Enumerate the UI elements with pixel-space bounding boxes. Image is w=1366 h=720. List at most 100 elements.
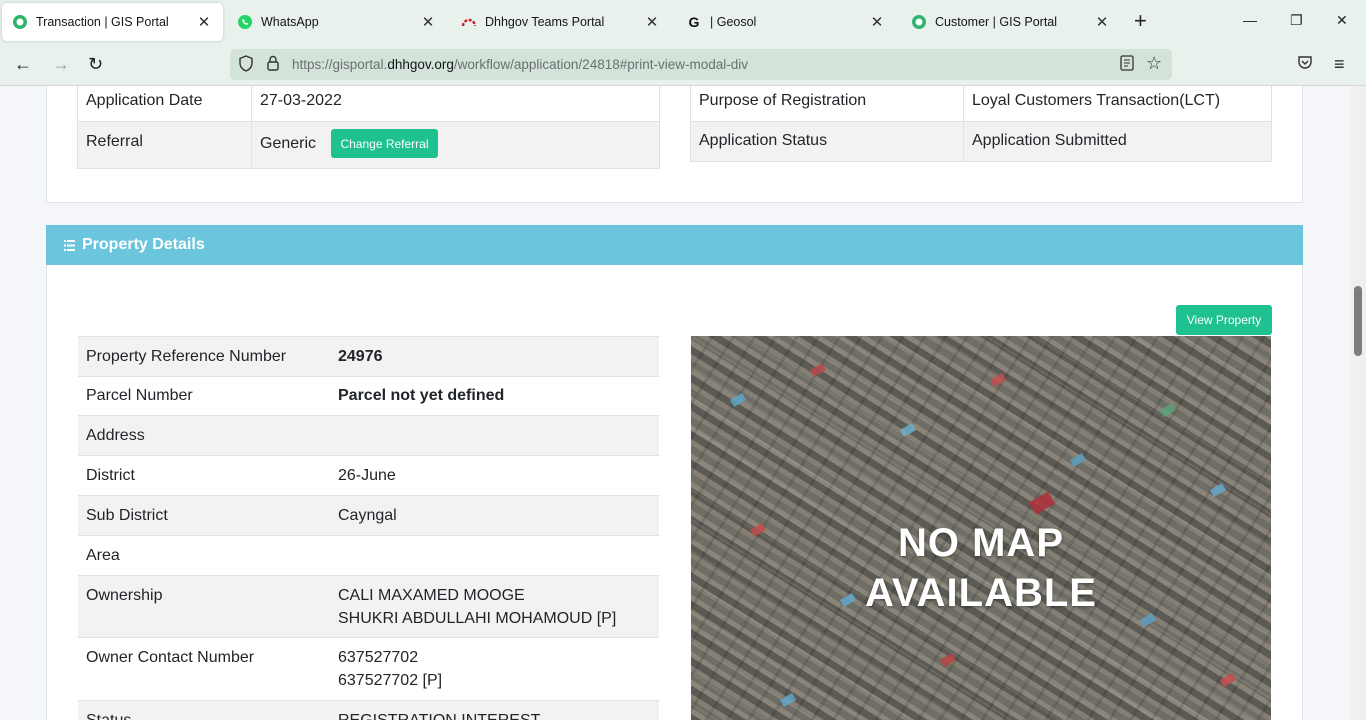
roof-mark [1219, 673, 1237, 687]
row-label: Status [78, 700, 330, 720]
url-path: /workflow/application/24818#print-view-m… [453, 57, 749, 72]
change-referral-button[interactable]: Change Referral [331, 129, 438, 158]
window-close-icon[interactable]: ✕ [1336, 12, 1348, 29]
browser-nav-bar: ← → ↻ https://gisportal.dhhgov.org/workf… [0, 44, 1366, 86]
row-value [330, 535, 659, 576]
tab-label: Transaction | GIS Portal [36, 15, 169, 29]
row-label: Sub District [78, 495, 330, 536]
table-row: Ownership CALI MAXAMED MOOGE SHUKRI ABDU… [78, 575, 659, 638]
address-bar[interactable]: https://gisportal.dhhgov.org/workflow/ap… [230, 49, 1172, 80]
roof-mark [1159, 403, 1177, 417]
pocket-icon[interactable] [1297, 54, 1313, 76]
restore-icon[interactable]: ❐ [1290, 12, 1303, 29]
whatsapp-icon [237, 14, 253, 30]
url-domain: dhhgov.org [387, 57, 454, 72]
table-row: Property Reference Number 24976 [78, 336, 659, 377]
close-icon[interactable]: ✕ [643, 13, 661, 31]
row-value: Parcel not yet defined [330, 376, 659, 416]
tab-customer[interactable]: Customer | GIS Portal ✕ [901, 3, 1121, 41]
row-label: Referral [77, 121, 252, 169]
list-icon [64, 238, 75, 251]
property-details-table: Property Reference Number 24976 Parcel N… [78, 336, 659, 720]
view-property-button[interactable]: View Property [1176, 305, 1272, 335]
minimize-icon[interactable]: — [1243, 12, 1257, 28]
row-label: Parcel Number [78, 376, 330, 416]
close-icon[interactable]: ✕ [1093, 13, 1111, 31]
page-content: Application Date 27-03-2022 Referral Gen… [0, 86, 1366, 720]
tab-geosol[interactable]: G | Geosol ✕ [676, 3, 896, 41]
table-row: Owner Contact Number 637527702 637527702… [78, 637, 659, 701]
row-label: Ownership [78, 575, 330, 638]
geosol-icon: G [688, 14, 700, 30]
back-icon[interactable]: ← [14, 54, 32, 74]
table-row: Sub District Cayngal [78, 495, 659, 536]
roof-mark [729, 393, 747, 407]
table-row: Purpose of Registration Loyal Customers … [690, 86, 1272, 122]
tab-label: WhatsApp [261, 15, 319, 29]
row-label: Address [78, 415, 330, 456]
application-right-table: Purpose of Registration Loyal Customers … [690, 86, 1272, 162]
roof-mark [1069, 453, 1087, 467]
row-value: CALI MAXAMED MOOGE SHUKRI ABDULLAHI MOHA… [330, 575, 659, 638]
roof-mark [1028, 491, 1056, 515]
lock-icon[interactable] [266, 55, 280, 75]
new-tab-icon[interactable]: + [1134, 10, 1147, 32]
gis-portal-icon [12, 14, 28, 30]
owner-name: CALI MAXAMED MOOGE [338, 587, 525, 604]
table-row: Area [78, 535, 659, 576]
reader-view-icon[interactable] [1120, 55, 1134, 75]
property-map-image: NO MAP AVAILABLE [691, 336, 1271, 720]
row-label: Application Date [77, 86, 252, 122]
row-value: Loyal Customers Transaction(LCT) [963, 86, 1272, 122]
tab-teams-portal[interactable]: Dhhgov Teams Portal ✕ [451, 3, 671, 41]
roof-mark [1209, 483, 1227, 497]
row-value: REGISTRATION INTEREST [330, 700, 659, 720]
contact-number: 637527702 [338, 649, 419, 666]
page-scrollbar[interactable] [1350, 86, 1366, 720]
owner-name: SHUKRI ABDULLAHI MOHAMOUD [P] [338, 610, 617, 627]
browser-tab-bar: Transaction | GIS Portal ✕ WhatsApp ✕ Dh… [0, 0, 1366, 44]
tab-transaction[interactable]: Transaction | GIS Portal ✕ [2, 3, 223, 41]
tab-whatsapp[interactable]: WhatsApp ✕ [227, 3, 447, 41]
row-label: Property Reference Number [78, 336, 330, 377]
no-map-line: AVAILABLE [865, 571, 1097, 615]
section-title: Property Details [82, 236, 205, 253]
no-map-line: NO MAP [898, 521, 1064, 565]
reload-icon[interactable]: ↻ [88, 54, 103, 74]
forward-icon[interactable]: → [52, 54, 70, 74]
close-icon[interactable]: ✕ [419, 13, 437, 31]
referral-value: Generic [260, 135, 317, 152]
gis-portal-icon [911, 14, 927, 30]
roof-mark [899, 423, 917, 437]
scrollbar-thumb[interactable] [1354, 286, 1362, 356]
roof-mark [989, 373, 1007, 387]
property-details-header: Property Details [46, 225, 1303, 265]
row-value: 637527702 637527702 [P] [330, 637, 659, 701]
roof-mark [809, 363, 827, 377]
shield-icon[interactable] [238, 55, 254, 76]
tab-label: | Geosol [710, 15, 757, 29]
row-value: Application Submitted [963, 121, 1272, 162]
row-value: 26-June [330, 455, 659, 496]
bookmark-star-icon[interactable]: ☆ [1146, 53, 1162, 74]
table-row: Parcel Number Parcel not yet defined [78, 376, 659, 416]
teams-portal-icon [461, 14, 477, 30]
table-row: District 26-June [78, 455, 659, 496]
roof-mark [779, 693, 797, 707]
close-icon[interactable]: ✕ [868, 13, 886, 31]
row-label: Purpose of Registration [690, 86, 964, 122]
table-row: Address [78, 415, 659, 456]
row-value: Generic [251, 121, 660, 169]
row-value: Cayngal [330, 495, 659, 536]
roof-mark [939, 653, 957, 667]
tab-label: Dhhgov Teams Portal [485, 15, 605, 29]
tab-label: Customer | GIS Portal [935, 15, 1058, 29]
row-value [330, 415, 659, 456]
url-text[interactable]: https://gisportal.dhhgov.org/workflow/ap… [292, 57, 748, 72]
contact-number: 637527702 [P] [338, 672, 443, 689]
row-value: 24976 [330, 336, 659, 377]
row-label: District [78, 455, 330, 496]
menu-icon[interactable]: ≡ [1334, 54, 1345, 74]
close-icon[interactable]: ✕ [195, 13, 213, 31]
row-label: Owner Contact Number [78, 637, 330, 701]
